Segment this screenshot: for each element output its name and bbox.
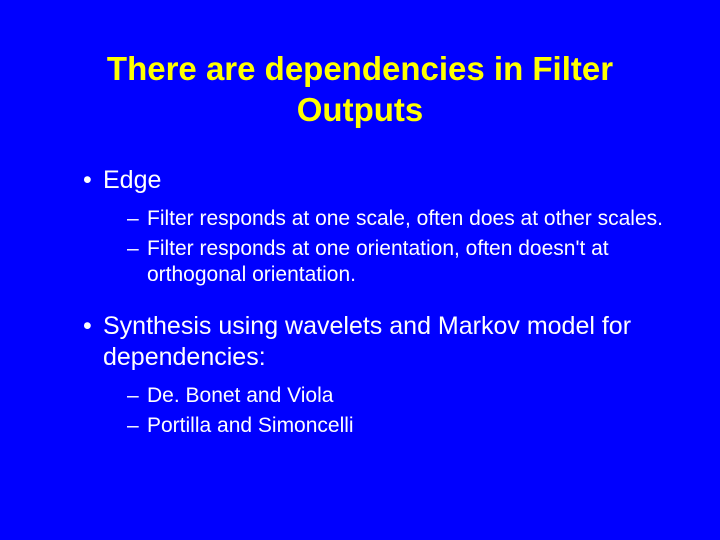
bullet-level2: –De. Bonet and Viola xyxy=(127,383,665,409)
bullet-dash-icon: – xyxy=(127,383,147,409)
bullet-text: Portilla and Simoncelli xyxy=(147,414,354,437)
bullet-text: De. Bonet and Viola xyxy=(147,384,333,407)
slide: There are dependencies in Filter Outputs… xyxy=(0,0,720,540)
bullet-dot-icon: • xyxy=(83,311,103,342)
bullet-level1: •Edge xyxy=(83,165,665,196)
bullet-text: Synthesis using wavelets and Markov mode… xyxy=(103,312,631,371)
bullet-group: •Synthesis using wavelets and Markov mod… xyxy=(55,311,665,440)
bullet-text: Filter responds at one orientation, ofte… xyxy=(147,237,609,286)
slide-title: There are dependencies in Filter Outputs xyxy=(55,48,665,131)
bullet-dash-icon: – xyxy=(127,206,147,232)
bullet-text: Filter responds at one scale, often does… xyxy=(147,207,663,230)
bullet-level2: –Portilla and Simoncelli xyxy=(127,413,665,439)
bullet-dash-icon: – xyxy=(127,236,147,262)
bullet-text: Edge xyxy=(103,166,161,194)
bullet-level2: –Filter responds at one scale, often doe… xyxy=(127,206,665,232)
bullet-group: •Edge –Filter responds at one scale, oft… xyxy=(55,165,665,289)
bullet-level1: •Synthesis using wavelets and Markov mod… xyxy=(83,311,665,374)
bullet-dot-icon: • xyxy=(83,165,103,196)
bullet-dash-icon: – xyxy=(127,413,147,439)
bullet-level2: –Filter responds at one orientation, oft… xyxy=(127,236,665,289)
